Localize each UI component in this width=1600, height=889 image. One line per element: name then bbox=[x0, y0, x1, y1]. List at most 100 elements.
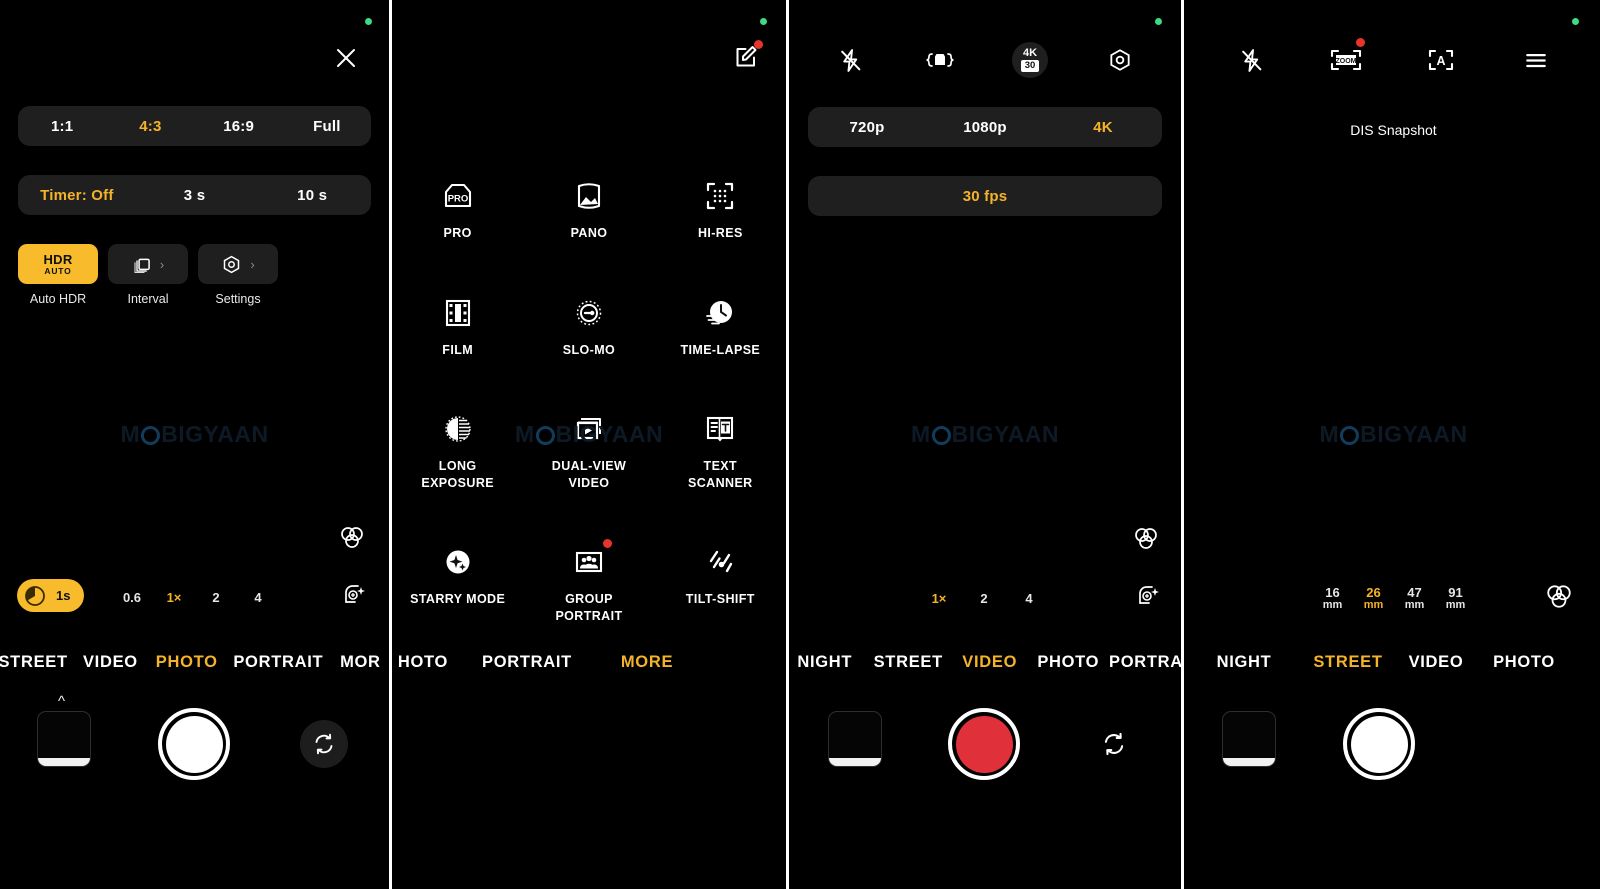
interval-button[interactable]: › bbox=[108, 244, 188, 284]
edit-modes-button[interactable] bbox=[733, 40, 763, 75]
mode-pano[interactable]: PANO bbox=[523, 175, 654, 242]
timer-option-off[interactable]: Timer: Off bbox=[18, 188, 136, 203]
beauty-effects-button[interactable] bbox=[1135, 584, 1161, 615]
gallery-thumbnail[interactable] bbox=[828, 711, 882, 767]
tab-video[interactable]: VIDEO bbox=[1392, 653, 1480, 672]
video-topbar: 4K 30 bbox=[789, 40, 1181, 80]
shutter-button[interactable] bbox=[1343, 708, 1415, 780]
tab-night[interactable]: NIGHT bbox=[1184, 653, 1304, 672]
mode-tab-strip: NIGHT STREET VIDEO PHOTO PORTRA bbox=[789, 651, 1181, 673]
record-button[interactable] bbox=[948, 708, 1020, 780]
hi-res-icon bbox=[707, 182, 734, 210]
aspect-option-16-9[interactable]: 16:9 bbox=[195, 119, 283, 134]
close-button[interactable] bbox=[329, 41, 363, 75]
tab-photo-partial[interactable]: HOTO bbox=[392, 653, 462, 672]
timer-segment[interactable]: Timer: Off 3 s 10 s bbox=[18, 175, 371, 215]
shutter-button[interactable] bbox=[158, 708, 230, 780]
mode-pro[interactable]: PRO PRO bbox=[392, 175, 523, 242]
tab-photo[interactable]: PHOTO bbox=[149, 653, 225, 672]
timer-badge[interactable]: 1s bbox=[17, 579, 85, 612]
tab-photo[interactable]: PHOTO bbox=[1028, 653, 1110, 672]
aspect-option-1-1[interactable]: 1:1 bbox=[18, 119, 106, 134]
settings-button[interactable]: › bbox=[198, 244, 278, 284]
privacy-indicator-dot bbox=[1155, 18, 1162, 25]
resolution-option-1080p[interactable]: 1080p bbox=[926, 120, 1044, 135]
resolution-segment[interactable]: 720p 1080p 4K bbox=[808, 107, 1162, 147]
zoom-2x[interactable]: 2 bbox=[962, 591, 1007, 606]
tile-settings[interactable]: › Settings bbox=[198, 244, 278, 306]
mode-starry[interactable]: STARRY MODE bbox=[392, 541, 523, 624]
gallery-expand-chevron-icon[interactable]: ^ bbox=[58, 694, 65, 709]
watermark-o bbox=[1340, 426, 1360, 445]
timer-option-3s[interactable]: 3 s bbox=[136, 188, 254, 203]
mode-label-group-portrait: GROUP PORTRAIT bbox=[555, 592, 623, 623]
color-filter-button[interactable] bbox=[339, 524, 365, 555]
tile-interval[interactable]: › Interval bbox=[108, 244, 188, 306]
flip-camera-button[interactable] bbox=[300, 720, 348, 768]
mode-slo-mo[interactable]: SLO-MO bbox=[523, 292, 654, 359]
tab-portrait[interactable]: PORTRA bbox=[1109, 653, 1181, 672]
mode-film[interactable]: FILM bbox=[392, 292, 523, 359]
portrait-beauty-icon bbox=[1139, 586, 1159, 604]
framerate-option-30fps[interactable]: 30 fps bbox=[808, 189, 1162, 204]
tab-night[interactable]: NIGHT bbox=[789, 653, 865, 672]
video-settings-button[interactable] bbox=[1100, 40, 1140, 80]
tab-street[interactable]: STREET bbox=[1304, 653, 1392, 672]
mode-tilt-shift[interactable]: TILT-SHIFT bbox=[655, 541, 786, 624]
video-frame-button[interactable] bbox=[920, 40, 960, 80]
focal-47mm[interactable]: 47 mm bbox=[1394, 585, 1435, 611]
aspect-option-4-3[interactable]: 4:3 bbox=[106, 119, 194, 134]
zoom-0-6[interactable]: 0.6 bbox=[111, 590, 153, 605]
zoom-1x[interactable]: 1× bbox=[153, 590, 195, 605]
framerate-segment[interactable]: 30 fps bbox=[808, 176, 1162, 216]
chevron-right-icon: › bbox=[159, 256, 165, 272]
focal-91mm[interactable]: 91 mm bbox=[1435, 585, 1476, 611]
tab-portrait[interactable]: PORTRAIT bbox=[225, 653, 332, 672]
gallery-thumbnail[interactable] bbox=[37, 711, 91, 767]
tab-portrait[interactable]: PORTRAIT bbox=[462, 653, 592, 672]
video-quality-badge-button[interactable]: 4K 30 bbox=[1010, 40, 1050, 80]
beauty-effects-button[interactable] bbox=[341, 583, 367, 614]
tile-auto-hdr[interactable]: HDR AUTO Auto HDR bbox=[18, 244, 98, 306]
tab-video[interactable]: VIDEO bbox=[952, 653, 1028, 672]
tab-photo[interactable]: PHOTO bbox=[1480, 653, 1568, 672]
watermark: M BIGYAAN bbox=[514, 421, 664, 447]
mode-hi-res[interactable]: HI-RES bbox=[655, 175, 786, 242]
focal-26mm[interactable]: 26 mm bbox=[1353, 585, 1394, 611]
auto-bracket-icon: A bbox=[1428, 49, 1453, 71]
group-portrait-icon bbox=[575, 551, 603, 573]
menu-button[interactable] bbox=[1516, 40, 1556, 80]
aspect-ratio-segment[interactable]: 1:1 4:3 16:9 Full bbox=[18, 106, 371, 146]
gallery-thumbnail[interactable] bbox=[1222, 711, 1276, 767]
timer-option-10s[interactable]: 10 s bbox=[253, 188, 371, 203]
tab-more[interactable]: MORE bbox=[592, 653, 702, 672]
aspect-option-full[interactable]: Full bbox=[283, 119, 371, 134]
resolution-option-4k[interactable]: 4K bbox=[1044, 120, 1162, 135]
zoom-frame-button[interactable]: ZOOM bbox=[1326, 38, 1366, 80]
resolution-option-720p[interactable]: 720p bbox=[808, 120, 926, 135]
flip-camera-button[interactable] bbox=[1090, 720, 1138, 768]
mode-time-lapse[interactable]: TIME-LAPSE bbox=[655, 292, 786, 359]
tab-video[interactable]: VIDEO bbox=[72, 653, 148, 672]
mode-group-portrait[interactable]: GROUP PORTRAIT bbox=[523, 539, 654, 624]
mode-long-exposure[interactable]: LONG EXPOSURE bbox=[392, 408, 523, 491]
color-filter-button[interactable] bbox=[1133, 525, 1159, 556]
flash-off-button[interactable] bbox=[1231, 40, 1271, 80]
4k-30-badge: 4K 30 bbox=[1012, 42, 1048, 78]
color-filter-button[interactable] bbox=[1545, 582, 1573, 615]
tab-street[interactable]: STREET bbox=[0, 653, 72, 672]
tab-street[interactable]: STREET bbox=[865, 653, 952, 672]
focal-length-strip: 16 mm 26 mm 47 mm 91 mm bbox=[1299, 583, 1489, 613]
tab-more[interactable]: MOR bbox=[332, 653, 389, 672]
auto-hdr-button[interactable]: HDR AUTO bbox=[18, 244, 98, 284]
zoom-1x[interactable]: 1× bbox=[917, 591, 962, 606]
shutter-row bbox=[789, 692, 1181, 802]
zoom-4x[interactable]: 4 bbox=[237, 590, 279, 605]
zoom-2x[interactable]: 2 bbox=[195, 590, 237, 605]
mode-text-scanner[interactable]: TEXT SCANNER bbox=[655, 408, 786, 491]
auto-focus-button[interactable]: A bbox=[1421, 40, 1461, 80]
focal-16mm[interactable]: 16 mm bbox=[1312, 585, 1353, 611]
shutter-row bbox=[1184, 692, 1600, 802]
flash-off-button[interactable] bbox=[830, 40, 870, 80]
zoom-4x[interactable]: 4 bbox=[1007, 591, 1052, 606]
